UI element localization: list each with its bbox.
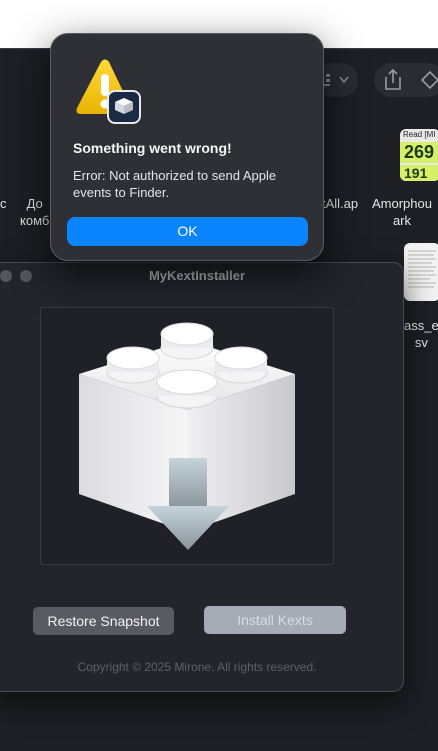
error-alert-dialog: Something went wrong! Error: Not authori… xyxy=(50,33,324,261)
thumb-number: 269 xyxy=(400,142,438,163)
share-button[interactable] xyxy=(374,63,438,97)
thumb-number: 191 xyxy=(400,165,438,181)
kext-icon-well xyxy=(40,307,334,565)
ok-button[interactable]: OK xyxy=(67,217,308,246)
install-kexts-button[interactable]: Install Kexts xyxy=(204,606,346,634)
alert-title: Something went wrong! xyxy=(73,140,232,156)
copyright-text: Copyright © 2025 Mirone. All rights rese… xyxy=(77,660,317,674)
file-label[interactable]: До комб xyxy=(20,195,49,229)
file-thumbnail[interactable]: Read [MI 269 191 xyxy=(400,129,438,181)
alert-message: Error: Not authorized to send Apple even… xyxy=(73,168,277,200)
kext-installer-window: MyKextInstaller Restore Snapshot Install… xyxy=(0,262,404,692)
file-label[interactable]: ass_e sv xyxy=(404,317,438,351)
share-icon xyxy=(385,68,438,90)
window-title: MyKextInstaller xyxy=(148,268,246,283)
kext-lego-brick-download-icon xyxy=(79,322,295,550)
app-badge-glyph xyxy=(115,98,133,114)
app-badge-icon xyxy=(107,90,141,124)
file-label[interactable]: Amorphou ark xyxy=(372,195,432,229)
file-thumbnail[interactable] xyxy=(404,243,438,301)
file-label[interactable]: tAll.ap xyxy=(322,195,358,212)
file-label[interactable]: с xyxy=(0,195,7,212)
restore-snapshot-button[interactable]: Restore Snapshot xyxy=(33,607,174,635)
thumb-text: Read [MI xyxy=(403,130,436,139)
document-lines-icon xyxy=(408,250,436,288)
